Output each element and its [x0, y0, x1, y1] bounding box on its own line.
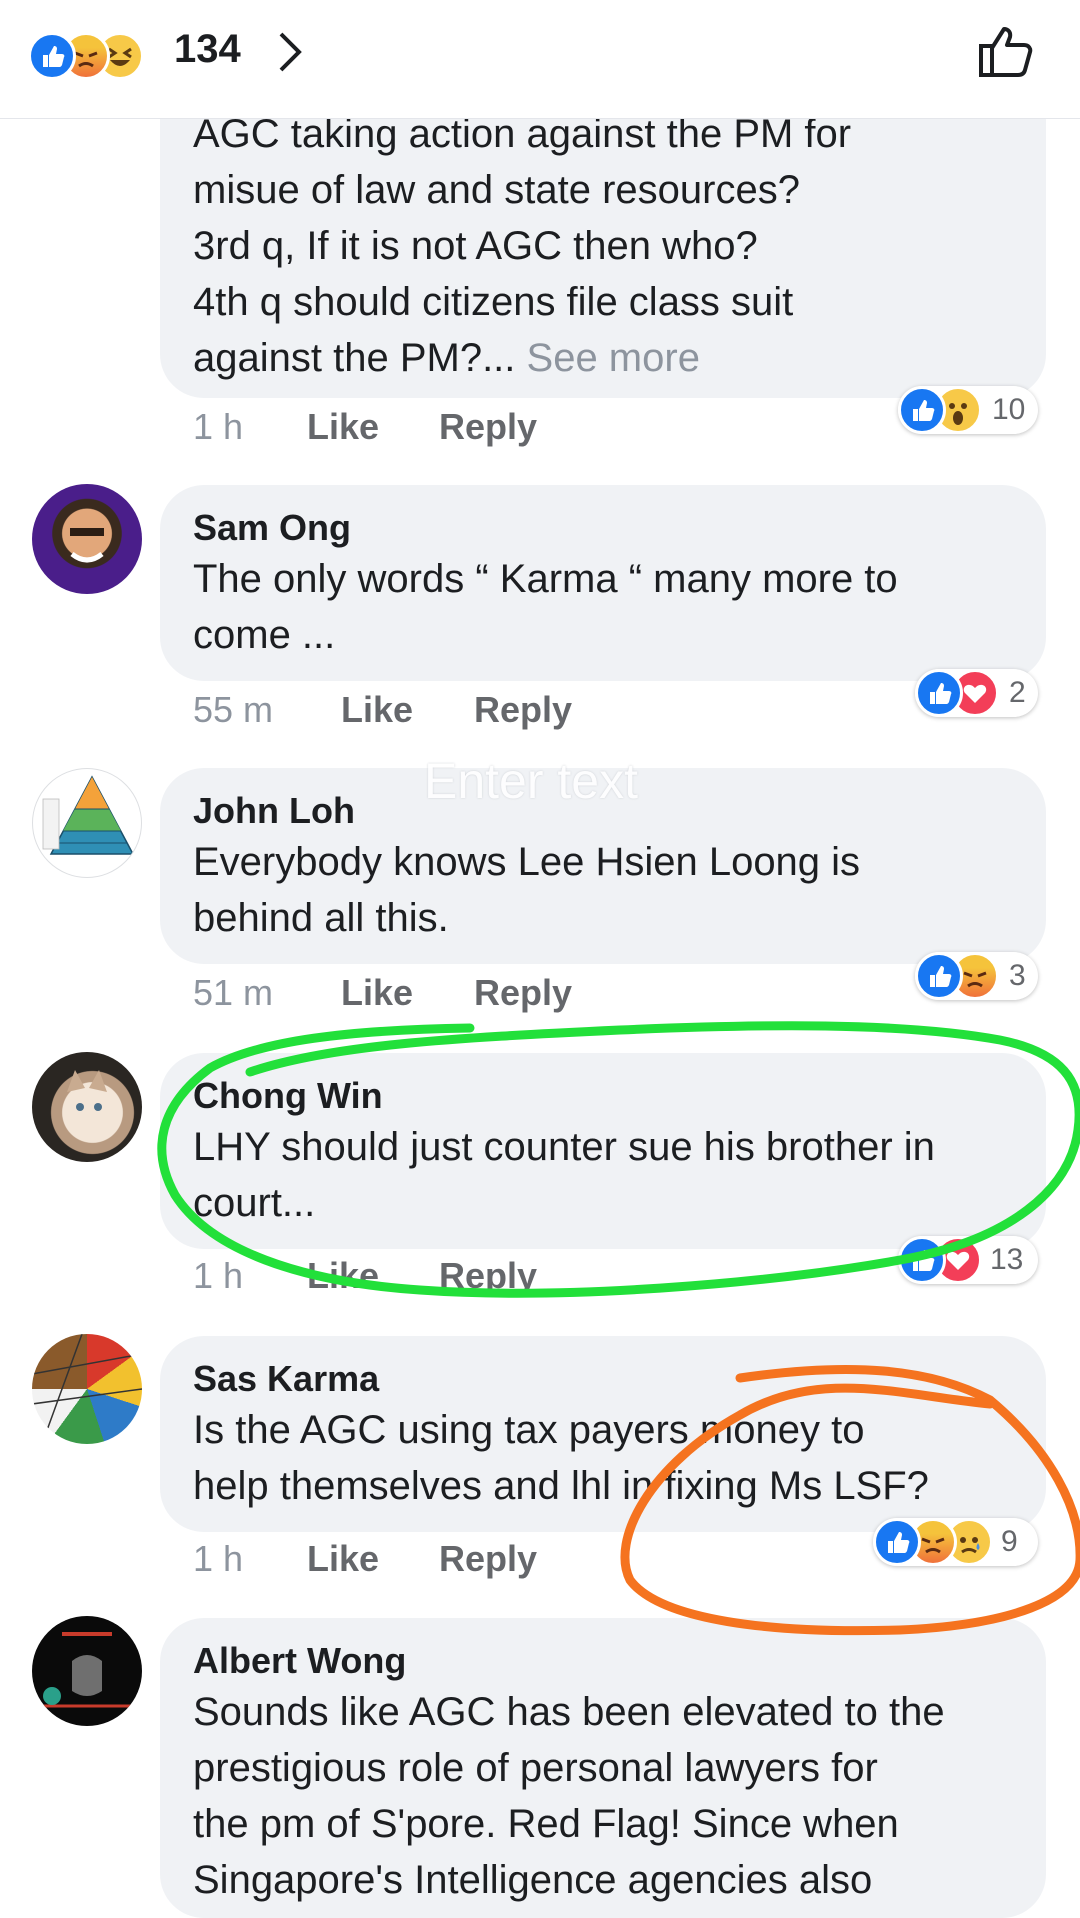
comment-bubble[interactable]: Sas Karma Is the AGC using tax payers mo…	[160, 1336, 1046, 1532]
like-icon	[915, 952, 963, 1000]
timestamp: 1 h	[193, 406, 244, 447]
author-name[interactable]: Sas Karma	[193, 1356, 1014, 1402]
like-link[interactable]: Like	[307, 1538, 379, 1580]
like-link[interactable]: Like	[341, 972, 413, 1014]
avatar[interactable]	[32, 484, 142, 594]
reaction-count: 13	[990, 1243, 1024, 1276]
reaction-total: 134	[174, 27, 241, 71]
reaction-pill[interactable]: 9	[873, 1518, 1038, 1566]
comment-body: AGC taking action against the PM for mis…	[193, 112, 852, 380]
comment-bubble[interactable]: John Loh Everybody knows Lee Hsien Loong…	[160, 768, 1046, 964]
chevron-right-icon[interactable]	[276, 30, 304, 74]
reply-link[interactable]: Reply	[474, 972, 572, 1014]
like-link[interactable]: Like	[341, 689, 413, 731]
comment-bubble[interactable]: AGC taking action against the PM for mis…	[160, 70, 1046, 398]
reactions-header: 134	[0, 0, 1080, 119]
like-link[interactable]: Like	[307, 406, 379, 448]
comment-bubble[interactable]: Chong Win LHY should just counter sue hi…	[160, 1053, 1046, 1249]
like-link[interactable]: Like	[307, 1255, 379, 1297]
comment-text: The only words “ Karma “ many more to co…	[193, 557, 898, 657]
like-icon	[898, 1236, 946, 1284]
timestamp: 55 m	[193, 689, 274, 730]
comment-bubble[interactable]: Sam Ong The only words “ Karma “ many mo…	[160, 485, 1046, 681]
comment-bubble[interactable]: Albert Wong Sounds like AGC has been ele…	[160, 1618, 1046, 1918]
avatar[interactable]	[32, 1052, 142, 1162]
reaction-pill[interactable]: 3	[915, 952, 1038, 1000]
like-icon	[873, 1518, 921, 1566]
author-name[interactable]: Sam Ong	[193, 505, 1014, 551]
see-more-link[interactable]: See more	[527, 336, 700, 380]
avatar[interactable]	[32, 1616, 142, 1726]
reaction-count: 9	[1001, 1525, 1018, 1558]
reaction-pill[interactable]: 2	[915, 669, 1038, 717]
reaction-count: 2	[1009, 676, 1026, 709]
reaction-pill[interactable]: 10	[898, 386, 1038, 434]
reaction-pill[interactable]: 13	[898, 1236, 1038, 1284]
author-name[interactable]: Chong Win	[193, 1073, 1014, 1119]
comment-text: AGC taking action against the PM for mis…	[193, 106, 1014, 386]
avatar[interactable]	[32, 1334, 142, 1444]
avatar[interactable]	[32, 768, 142, 878]
like-icon	[915, 669, 963, 717]
reply-link[interactable]: Reply	[439, 406, 537, 448]
reply-link[interactable]: Reply	[439, 1538, 537, 1580]
timestamp: 1 h	[193, 1538, 244, 1579]
timestamp: 1 h	[193, 1255, 244, 1296]
comment-text: LHY should just counter sue his brother …	[193, 1125, 935, 1225]
like-icon	[28, 32, 76, 80]
timestamp: 51 m	[193, 972, 274, 1013]
reply-link[interactable]: Reply	[439, 1255, 537, 1297]
author-name[interactable]: Albert Wong	[193, 1638, 1014, 1684]
thumbs-up-outline-icon[interactable]	[978, 24, 1036, 78]
comment-text: Is the AGC using tax payers money to hel…	[193, 1408, 929, 1508]
like-icon	[898, 386, 946, 434]
comment-text: Sounds like AGC has been elevated to the…	[193, 1690, 945, 1902]
reaction-count: 3	[1009, 959, 1026, 992]
author-name[interactable]: John Loh	[193, 788, 1014, 834]
reaction-count: 10	[992, 393, 1026, 426]
reply-link[interactable]: Reply	[474, 689, 572, 731]
comment-text: Everybody knows Lee Hsien Loong is behin…	[193, 840, 861, 940]
